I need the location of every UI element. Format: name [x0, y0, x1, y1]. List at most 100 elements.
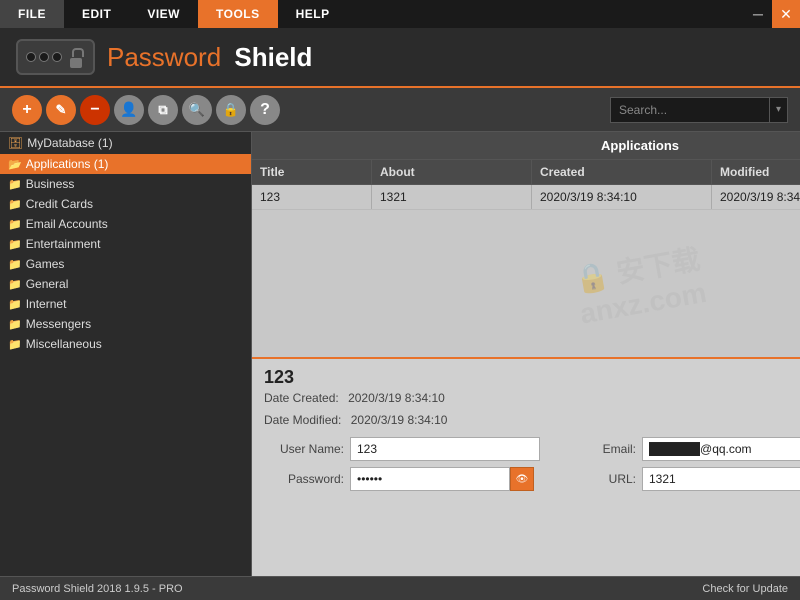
- sidebar-item-label-entertainment: Entertainment: [26, 237, 101, 251]
- folder-icon-business: 📁: [8, 178, 22, 191]
- help-button[interactable]: ?: [250, 95, 280, 125]
- field-group-right: Email: URL:: [556, 437, 800, 491]
- sidebar-item-applications[interactable]: 📂 Applications (1): [0, 154, 251, 174]
- table-row[interactable]: 123 1321 2020/3/19 8:34:10 2020/3/19 8:3…: [252, 185, 800, 210]
- sidebar-item-creditcards[interactable]: 📁 Credit Cards: [0, 194, 251, 214]
- watermark: 🔒 安下载anxz.com: [571, 237, 709, 330]
- col-created: Created: [532, 160, 712, 184]
- logo-bar: Password Shield: [0, 28, 800, 88]
- lock-button[interactable]: 🔒: [216, 95, 246, 125]
- close-button[interactable]: ✕: [772, 0, 800, 28]
- email-input[interactable]: [642, 437, 800, 461]
- detail-top: 123 Date Created: 2020/3/19 8:34:10 Date…: [264, 367, 800, 431]
- dot3: [52, 52, 62, 62]
- password-show-button[interactable]: 👁: [510, 467, 534, 491]
- titlebar-spacer: [348, 0, 744, 28]
- folder-icon-entertainment: 📁: [8, 238, 22, 251]
- logo-shield: Shield: [234, 42, 312, 72]
- table-empty-area: 🔒 安下载anxz.com: [252, 210, 800, 357]
- version-text: Password Shield 2018 1.9.5 - PRO: [12, 583, 183, 595]
- email-row: Email:: [556, 437, 800, 461]
- sidebar-item-miscellaneous[interactable]: 📁 Miscellaneous: [0, 334, 251, 354]
- search-dropdown[interactable]: ▾: [770, 97, 788, 123]
- password-label: Password:: [264, 472, 344, 486]
- sidebar-item-emailaccounts[interactable]: 📁 Email Accounts: [0, 214, 251, 234]
- folder-icon-miscellaneous: 📁: [8, 338, 22, 351]
- folder-icon-messengers: 📁: [8, 318, 22, 331]
- database-icon: 🗄: [8, 136, 23, 150]
- status-bar: Password Shield 2018 1.9.5 - PRO Check f…: [0, 576, 800, 600]
- sidebar-item-entertainment[interactable]: 📁 Entertainment: [0, 234, 251, 254]
- detail-left: 123 Date Created: 2020/3/19 8:34:10 Date…: [264, 367, 447, 431]
- remove-button[interactable]: −: [80, 95, 110, 125]
- cell-about: 1321: [372, 185, 532, 209]
- dot1: [26, 52, 36, 62]
- date-modified-value: 2020/3/19 8:34:10: [351, 413, 448, 427]
- sidebar-item-label-emailaccounts: Email Accounts: [26, 217, 108, 231]
- sidebar-item-label-miscellaneous: Miscellaneous: [26, 337, 102, 351]
- username-row: User Name:: [264, 437, 540, 461]
- update-link[interactable]: Check for Update: [702, 583, 788, 595]
- lock-icon: [16, 39, 95, 75]
- sidebar-item-label-applications: Applications (1): [26, 157, 109, 171]
- col-title: Title: [252, 160, 372, 184]
- sidebar: 🗄 MyDatabase (1) 📂 Applications (1) 📁 Bu…: [0, 132, 252, 600]
- content-title: Applications: [252, 132, 800, 160]
- sidebar-item-business[interactable]: 📁 Business: [0, 174, 251, 194]
- url-row: URL:: [556, 467, 800, 491]
- menu-help[interactable]: HELP: [278, 0, 348, 28]
- user-button[interactable]: 👤: [114, 95, 144, 125]
- table-header: Title About Created Modified: [252, 160, 800, 185]
- edit-button-toolbar[interactable]: ✎: [46, 95, 76, 125]
- date-created-label: Date Created:: [264, 391, 339, 405]
- menu-edit[interactable]: EDIT: [64, 0, 129, 28]
- logo-password: Password: [107, 42, 221, 72]
- sidebar-item-label-general: General: [26, 277, 69, 291]
- copy-button[interactable]: ⧉: [148, 95, 178, 125]
- minimize-button[interactable]: ─: [744, 0, 772, 28]
- sidebar-item-internet[interactable]: 📁 Internet: [0, 294, 251, 314]
- password-input[interactable]: [350, 467, 510, 491]
- right-section: Applications Title About Created Modifie…: [252, 132, 800, 600]
- sidebar-item-general[interactable]: 📁 General: [0, 274, 251, 294]
- password-container: 👁: [350, 467, 534, 491]
- sidebar-item-label-games: Games: [26, 257, 65, 271]
- titlebar-controls: ─ ✕: [744, 0, 800, 28]
- username-input[interactable]: [350, 437, 540, 461]
- detail-title: 123: [264, 367, 447, 388]
- detail-fields: User Name: Password: 👁: [264, 437, 800, 505]
- search-button-toolbar[interactable]: 🔍: [182, 95, 212, 125]
- email-label: Email:: [556, 442, 636, 456]
- sidebar-root[interactable]: 🗄 MyDatabase (1): [0, 132, 251, 154]
- sidebar-item-label-business: Business: [26, 177, 75, 191]
- detail-dates: Date Created: 2020/3/19 8:34:10 Date Mod…: [264, 388, 447, 431]
- sidebar-item-label-messengers: Messengers: [26, 317, 91, 331]
- sidebar-root-label: MyDatabase (1): [27, 136, 112, 150]
- sidebar-item-games[interactable]: 📁 Games: [0, 254, 251, 274]
- folder-icon-emailaccounts: 📁: [8, 218, 22, 231]
- search-input[interactable]: [610, 97, 770, 123]
- sidebar-item-messengers[interactable]: 📁 Messengers: [0, 314, 251, 334]
- date-modified-label: Date Modified:: [264, 413, 341, 427]
- url-input[interactable]: [642, 467, 800, 491]
- app-container: FILE EDIT VIEW TOOLS HELP ─ ✕ Password S…: [0, 0, 800, 600]
- sidebar-item-label-internet: Internet: [26, 297, 67, 311]
- middle-section: 🗄 MyDatabase (1) 📂 Applications (1) 📁 Bu…: [0, 132, 800, 600]
- folder-icon-creditcards: 📁: [8, 198, 22, 211]
- col-about: About: [372, 160, 532, 184]
- cell-modified: 2020/3/19 8:34:10: [712, 185, 800, 209]
- dot2: [39, 52, 49, 62]
- folder-icon-internet: 📁: [8, 298, 22, 311]
- menu-file[interactable]: FILE: [0, 0, 64, 28]
- menu-view[interactable]: VIEW: [129, 0, 198, 28]
- folder-icon-general: 📁: [8, 278, 22, 291]
- cell-title: 123: [252, 185, 372, 209]
- menu-tools[interactable]: TOOLS: [198, 0, 278, 28]
- add-button[interactable]: +: [12, 95, 42, 125]
- detail-panel: 123 Date Created: 2020/3/19 8:34:10 Date…: [252, 357, 800, 600]
- password-row: Password: 👁: [264, 467, 540, 491]
- app-title: Password Shield: [107, 42, 312, 73]
- folder-open-icon-applications: 📂: [8, 158, 22, 171]
- content-area: Applications Title About Created Modifie…: [252, 132, 800, 357]
- folder-icon-games: 📁: [8, 258, 22, 271]
